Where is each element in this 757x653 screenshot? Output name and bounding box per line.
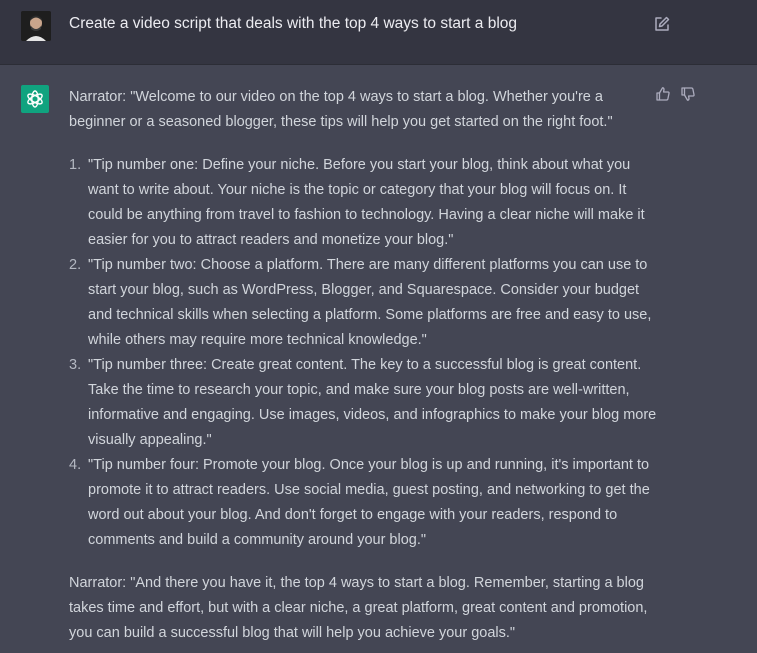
- assistant-avatar: [21, 85, 49, 113]
- list-item-text: "Tip number three: Create great content.…: [88, 357, 657, 448]
- list-item: 2. "Tip number two: Choose a platform. T…: [69, 253, 659, 353]
- chat-page: Create a video script that deals with th…: [0, 0, 757, 653]
- assistant-message-row: Narrator: "Welcome to our video on the t…: [0, 65, 757, 653]
- list-item: 1. "Tip number one: Define your niche. B…: [69, 153, 659, 253]
- edit-icon: [655, 16, 670, 31]
- narrator-outro: Narrator: "And there you have it, the to…: [69, 575, 648, 641]
- list-item-text: "Tip number two: Choose a platform. Ther…: [88, 257, 652, 348]
- narrator-intro: Narrator: "Welcome to our video on the t…: [69, 89, 613, 130]
- list-item-number: 4.: [69, 457, 82, 473]
- list-item-text: "Tip number four: Promote your blog. Onc…: [88, 457, 650, 548]
- list-item-number: 3.: [69, 357, 82, 373]
- user-message-text: Create a video script that deals with th…: [69, 15, 518, 32]
- user-message-row: Create a video script that deals with th…: [0, 0, 757, 65]
- user-avatar: [21, 11, 51, 41]
- assistant-message-content: Narrator: "Welcome to our video on the t…: [69, 85, 659, 646]
- list-item: 4. "Tip number four: Promote your blog. …: [69, 453, 659, 553]
- thumbs-down-button[interactable]: [680, 86, 696, 102]
- list-item-number: 2.: [69, 257, 82, 273]
- edit-button[interactable]: [653, 15, 671, 33]
- thumbs-down-icon: [681, 87, 695, 101]
- list-item-text: "Tip number one: Define your niche. Befo…: [88, 157, 645, 248]
- openai-logo-icon: [27, 90, 43, 108]
- tips-list: 1. "Tip number one: Define your niche. B…: [69, 153, 659, 553]
- list-item: 3. "Tip number three: Create great conte…: [69, 353, 659, 453]
- user-avatar-photo: [21, 11, 51, 41]
- list-item-number: 1.: [69, 157, 82, 173]
